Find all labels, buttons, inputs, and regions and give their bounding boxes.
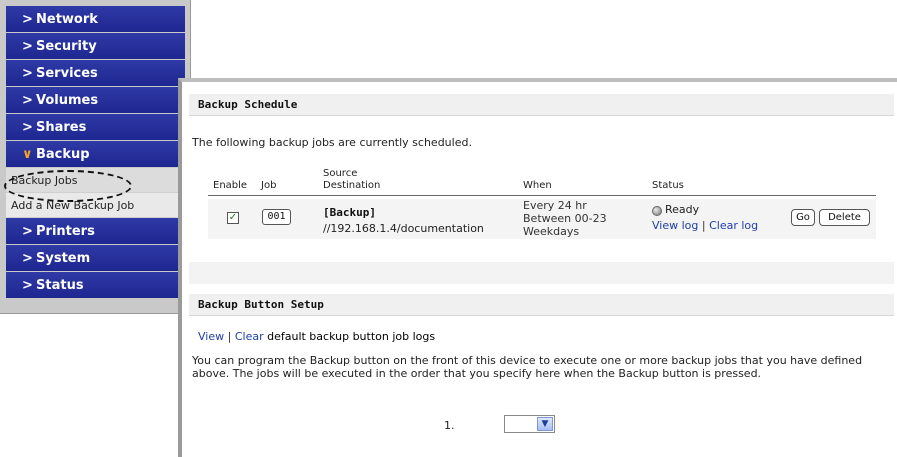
chevron-right-icon: >	[22, 223, 33, 239]
link-separator: |	[701, 219, 706, 232]
job-status: Ready	[665, 203, 700, 216]
when-frequency: Every 24 hr	[523, 199, 587, 212]
backup-button-description: You can program the Backup button on the…	[192, 354, 863, 380]
sidebar-item-label: Status	[36, 277, 84, 293]
log-links: View log | Clear log	[652, 219, 758, 232]
link-separator: |	[227, 330, 232, 343]
sidebar: > Network > Security > Services > Volumes > S…	[0, 0, 191, 314]
chevron-down-icon[interactable]: ▼	[537, 417, 553, 431]
when-days: Weekdays	[523, 225, 580, 238]
order-label: 1.	[444, 419, 455, 432]
sidebar-item-system[interactable]: > System	[6, 245, 185, 271]
sidebar-item-printers[interactable]: > Printers	[6, 218, 185, 244]
sidebar-item-backup[interactable]: ∨ Backup	[6, 141, 185, 167]
schedule-intro: The following backup jobs are currently …	[192, 136, 472, 149]
column-header-source: Source	[323, 168, 358, 179]
job-destination: //192.168.1.4/documentation	[323, 222, 484, 235]
job-source: [Backup]	[323, 206, 376, 219]
chevron-down-icon: ∨	[22, 146, 33, 162]
chevron-right-icon: >	[22, 119, 33, 135]
sidebar-item-network[interactable]: > Network	[6, 6, 185, 32]
chevron-right-icon: >	[22, 11, 33, 27]
sidebar-menu: > Network > Security > Services > Volumes > S…	[6, 6, 185, 299]
sidebar-subitem-add-backup-job[interactable]: Add a New Backup Job	[6, 193, 185, 218]
section-separator	[189, 262, 894, 284]
sidebar-subitem-label: Backup Jobs	[11, 173, 78, 187]
sidebar-item-shares[interactable]: > Shares	[6, 114, 185, 140]
job-number-button[interactable]: 001	[262, 209, 291, 225]
column-header-destination: Destination	[323, 180, 381, 191]
sidebar-item-label: Security	[36, 38, 97, 54]
sidebar-item-label: Shares	[36, 119, 87, 135]
button-log-links: View | Clear default backup button job l…	[198, 330, 435, 343]
job-when: Every 24 hr Between 00-23 Weekdays	[523, 199, 607, 238]
go-button[interactable]: Go	[791, 209, 815, 226]
sidebar-item-label: Backup	[36, 146, 90, 162]
sidebar-item-label: Network	[36, 11, 98, 27]
main-panel: Backup Schedule The following backup job…	[178, 78, 897, 457]
chevron-right-icon: >	[22, 250, 33, 266]
chevron-right-icon: >	[22, 38, 33, 54]
sidebar-subitem-label: Add a New Backup Job	[11, 198, 135, 212]
sidebar-item-label: Volumes	[36, 92, 99, 108]
logs-text: default backup button job logs	[267, 330, 436, 343]
sidebar-item-label: System	[36, 250, 91, 266]
sidebar-item-security[interactable]: > Security	[6, 33, 185, 59]
sidebar-item-label: Services	[36, 65, 98, 81]
backup-button-setup-header: Backup Button Setup	[189, 294, 894, 316]
status-indicator-icon	[652, 206, 662, 216]
table-header-rule	[208, 195, 876, 196]
view-log-link[interactable]: View log	[652, 219, 698, 232]
backup-schedule-header: Backup Schedule	[189, 94, 894, 116]
chevron-right-icon: >	[22, 65, 33, 81]
column-header-job: Job	[261, 180, 277, 191]
delete-button[interactable]: Delete	[819, 209, 870, 226]
when-hours: Between 00-23	[523, 212, 607, 225]
chevron-right-icon: >	[22, 92, 33, 108]
column-header-status: Status	[652, 180, 684, 191]
sidebar-item-volumes[interactable]: > Volumes	[6, 87, 185, 113]
clear-log-link[interactable]: Clear log	[709, 219, 758, 232]
enable-checkbox[interactable]: ✓	[227, 212, 239, 224]
column-header-enable: Enable	[213, 180, 248, 191]
sidebar-subitem-backup-jobs[interactable]: Backup Jobs	[6, 168, 185, 193]
clear-link[interactable]: Clear	[235, 330, 264, 343]
sidebar-item-label: Printers	[36, 223, 95, 239]
view-link[interactable]: View	[198, 330, 224, 343]
column-header-when: When	[523, 180, 552, 191]
sidebar-item-services[interactable]: > Services	[6, 60, 185, 86]
chevron-right-icon: >	[22, 277, 33, 293]
sidebar-item-status[interactable]: > Status	[6, 272, 185, 298]
backup-job-select[interactable]: ▼	[504, 415, 555, 433]
